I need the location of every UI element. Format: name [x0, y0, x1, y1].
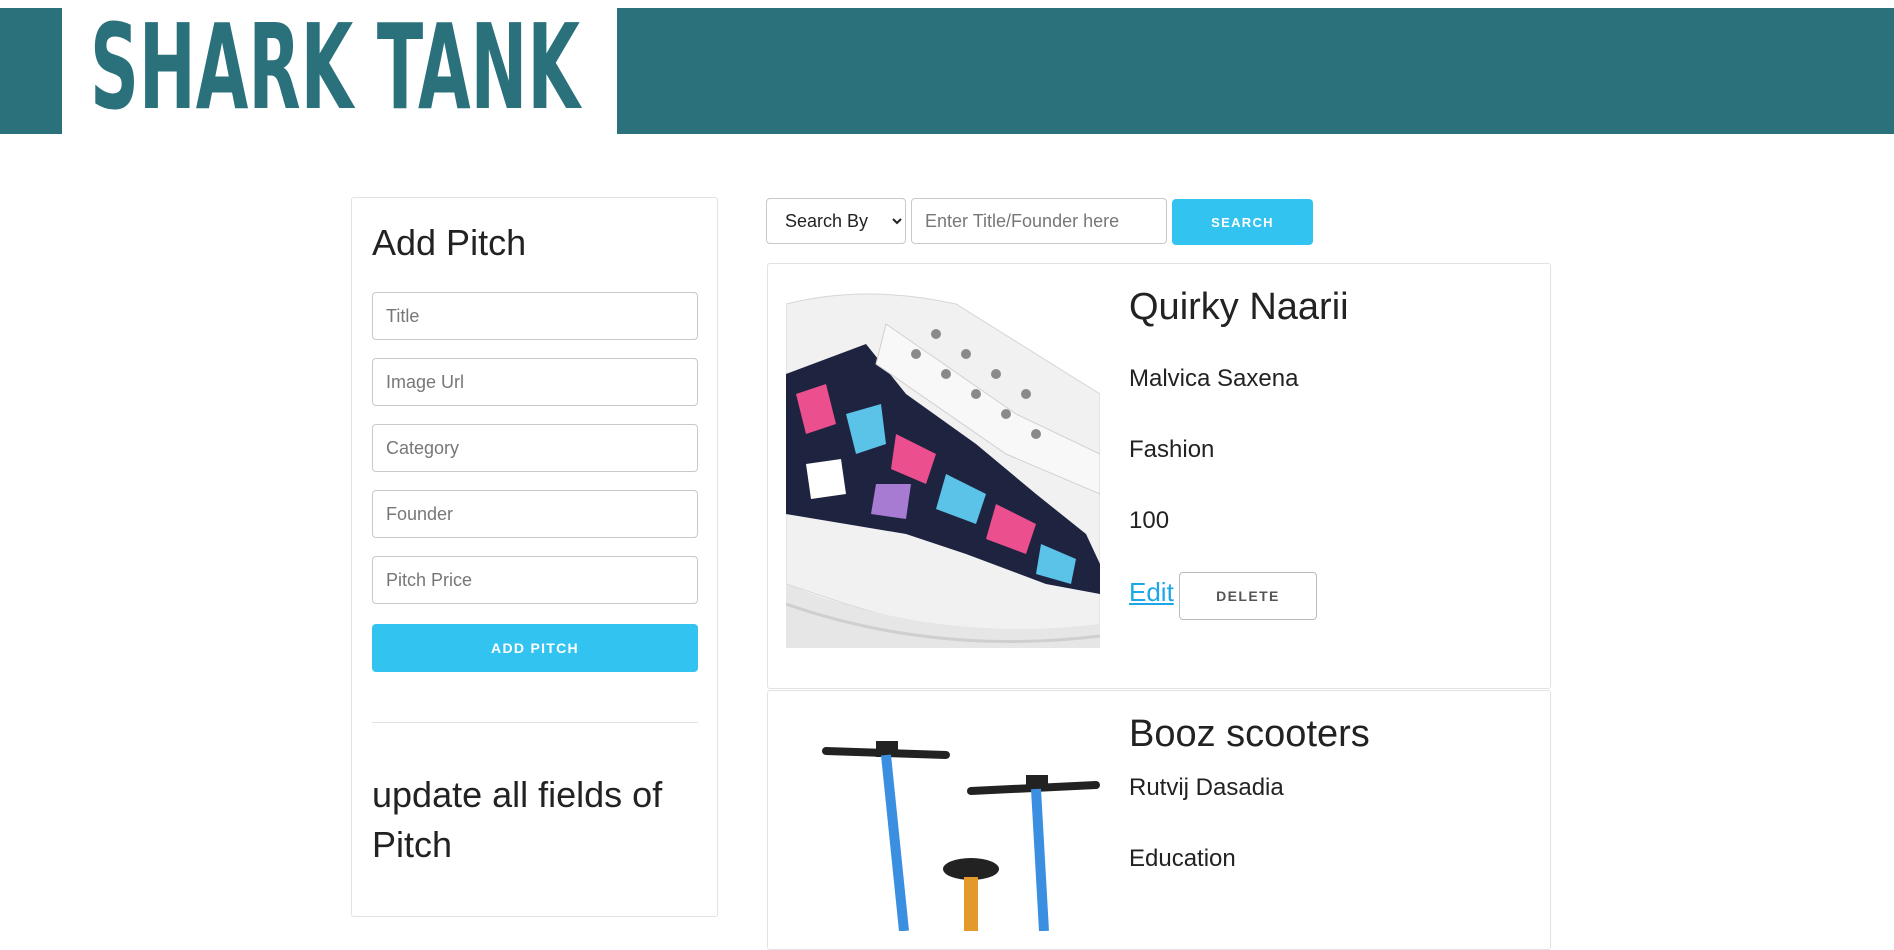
image-url-field[interactable] — [372, 358, 698, 406]
pitch-title: Quirky Naarii — [1129, 286, 1349, 328]
pitch-card: Quirky Naarii Malvica Saxena Fashion 100… — [767, 263, 1551, 689]
pitch-founder: Rutvij Dasadia — [1129, 774, 1284, 801]
sneaker-image — [786, 284, 1100, 648]
add-pitch-title: Add Pitch — [372, 222, 527, 263]
category-field[interactable] — [372, 424, 698, 472]
search-by-select[interactable]: Search By — [766, 198, 906, 244]
search-input[interactable] — [911, 198, 1167, 244]
delete-button[interactable]: DELETE — [1179, 572, 1317, 620]
edit-link[interactable]: Edit — [1129, 577, 1174, 608]
scooter-image — [786, 731, 1100, 931]
search-button[interactable]: SEARCH — [1172, 199, 1313, 245]
pitch-title: Booz scooters — [1129, 713, 1370, 755]
add-pitch-panel: Add Pitch ADD PITCH update all fields of… — [351, 197, 718, 917]
pitch-founder: Malvica Saxena — [1129, 365, 1299, 392]
pitch-price-field[interactable] — [372, 556, 698, 604]
update-pitch-title: update all fields of Pitch — [372, 774, 663, 865]
pitch-category: Education — [1129, 845, 1236, 872]
shark-tank-logo: SHARK TANK — [90, 8, 617, 134]
pitch-category: Fashion — [1129, 436, 1215, 463]
divider — [372, 722, 698, 723]
logo-text: SHARK TANK — [90, 8, 583, 134]
logo-box: SHARK TANK — [62, 8, 617, 134]
founder-field[interactable] — [372, 490, 698, 538]
pitch-price: 100 — [1129, 507, 1170, 534]
add-pitch-button[interactable]: ADD PITCH — [372, 624, 698, 672]
pitch-card: Booz scooters Rutvij Dasadia Education — [767, 690, 1551, 950]
title-field[interactable] — [372, 292, 698, 340]
